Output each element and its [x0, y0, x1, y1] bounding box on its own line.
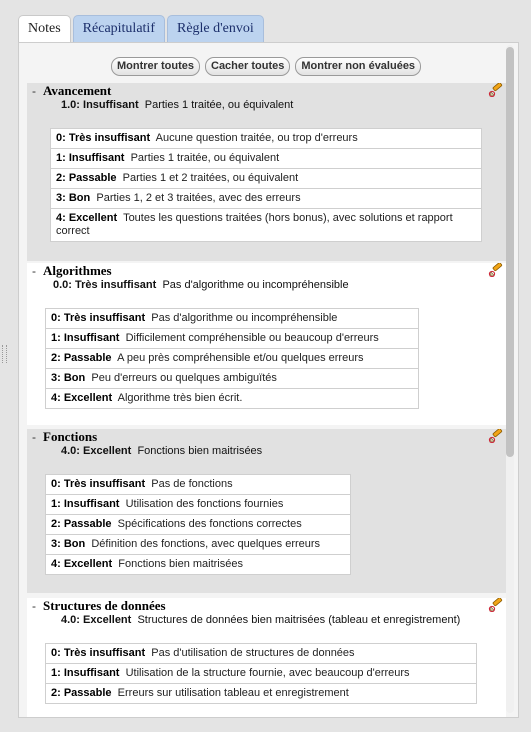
level-row[interactable]: 4: Excellent Toutes les questions traité… — [50, 208, 482, 242]
criterion-title: Structures de données — [43, 598, 166, 613]
levels-table: 0: Très insuffisant Pas d'algorithme ou … — [45, 308, 419, 409]
collapse-toggle[interactable]: - — [32, 599, 36, 613]
level-row[interactable]: 2: Passable A peu près compréhensible et… — [45, 348, 419, 369]
level-row[interactable]: 2: Passable Parties 1 et 2 traitées, ou … — [50, 168, 482, 189]
level-row[interactable]: 4: Excellent Fonctions bien maitrisées — [45, 554, 351, 575]
notes-panel: Montrer toutes Cacher toutes Montrer non… — [18, 42, 519, 718]
edit-pencil-icon[interactable] — [488, 83, 504, 97]
resize-grip[interactable] — [2, 345, 7, 363]
tab-notes[interactable]: Notes — [18, 15, 71, 44]
level-row[interactable]: 3: Bon Parties 1, 2 et 3 traitées, avec … — [50, 188, 482, 209]
level-row[interactable]: 2: Passable Erreurs sur utilisation tabl… — [45, 683, 477, 704]
level-row[interactable]: 4: Excellent Algorithme très bien écrit. — [45, 388, 419, 409]
criterion-structures-de-donnees: - Structures de données 4.0: Excellent S… — [27, 598, 506, 717]
current-grade: 4.0: Excellent Structures de données bie… — [61, 614, 461, 626]
level-row[interactable]: 1: Insuffisant Utilisation des fonctions… — [45, 494, 351, 515]
criterion-title: Algorithmes — [43, 263, 112, 278]
show-unrated-button[interactable]: Montrer non évaluées — [295, 57, 422, 76]
edit-pencil-icon[interactable] — [488, 263, 504, 277]
toolbar: Montrer toutes Cacher toutes Montrer non… — [111, 57, 422, 76]
level-row[interactable]: 0: Très insuffisant Pas d'utilisation de… — [45, 643, 477, 664]
criterion-fonctions: - Fonctions 4.0: Excellent Fonctions bie… — [27, 429, 506, 593]
collapse-toggle[interactable]: - — [32, 264, 36, 278]
level-row[interactable]: 1: Insuffisant Difficilement compréhensi… — [45, 328, 419, 349]
level-row[interactable]: 1: Insuffisant Parties 1 traitée, ou équ… — [50, 148, 482, 169]
criterion-avancement: - Avancement 1.0: Insuffisant Parties 1 … — [27, 83, 506, 261]
hide-all-button[interactable]: Cacher toutes — [205, 57, 291, 76]
tab-bar: Notes Récapitulatif Règle d'envoi — [18, 15, 264, 44]
tab-recapitulatif[interactable]: Récapitulatif — [72, 15, 165, 42]
current-grade: 4.0: Excellent Fonctions bien maitrisées — [61, 445, 263, 457]
collapse-toggle[interactable]: - — [32, 430, 36, 444]
criterion-algorithmes: - Algorithmes 0.0: Très insuffisant Pas … — [27, 263, 506, 425]
current-grade: 1.0: Insuffisant Parties 1 traitée, ou é… — [61, 99, 294, 111]
level-row[interactable]: 3: Bon Définition des fonctions, avec qu… — [45, 534, 351, 555]
criterion-title: Fonctions — [43, 429, 98, 444]
level-row[interactable]: 0: Très insuffisant Aucune question trai… — [50, 128, 482, 149]
vertical-scrollbar[interactable] — [506, 45, 514, 713]
levels-table: 0: Très insuffisant Pas d'utilisation de… — [45, 643, 477, 704]
edit-pencil-icon[interactable] — [488, 598, 504, 612]
level-row[interactable]: 1: Insuffisant Utilisation de la structu… — [45, 663, 477, 684]
show-all-button[interactable]: Montrer toutes — [111, 57, 200, 76]
level-row[interactable]: 3: Bon Peu d'erreurs ou quelques ambiguï… — [45, 368, 419, 389]
current-grade: 0.0: Très insuffisant Pas d'algorithme o… — [53, 279, 349, 291]
level-row[interactable]: 0: Très insuffisant Pas de fonctions — [45, 474, 351, 495]
scrollbar-thumb[interactable] — [506, 47, 514, 457]
levels-table: 0: Très insuffisant Pas de fonctions 1: … — [45, 474, 351, 575]
edit-pencil-icon[interactable] — [488, 429, 504, 443]
level-row[interactable]: 2: Passable Spécifications des fonctions… — [45, 514, 351, 535]
levels-table: 0: Très insuffisant Aucune question trai… — [50, 128, 482, 242]
criterion-title: Avancement — [43, 83, 112, 98]
collapse-toggle[interactable]: - — [32, 84, 36, 98]
tab-regle-envoi[interactable]: Règle d'envoi — [166, 15, 264, 42]
level-row[interactable]: 0: Très insuffisant Pas d'algorithme ou … — [45, 308, 419, 329]
